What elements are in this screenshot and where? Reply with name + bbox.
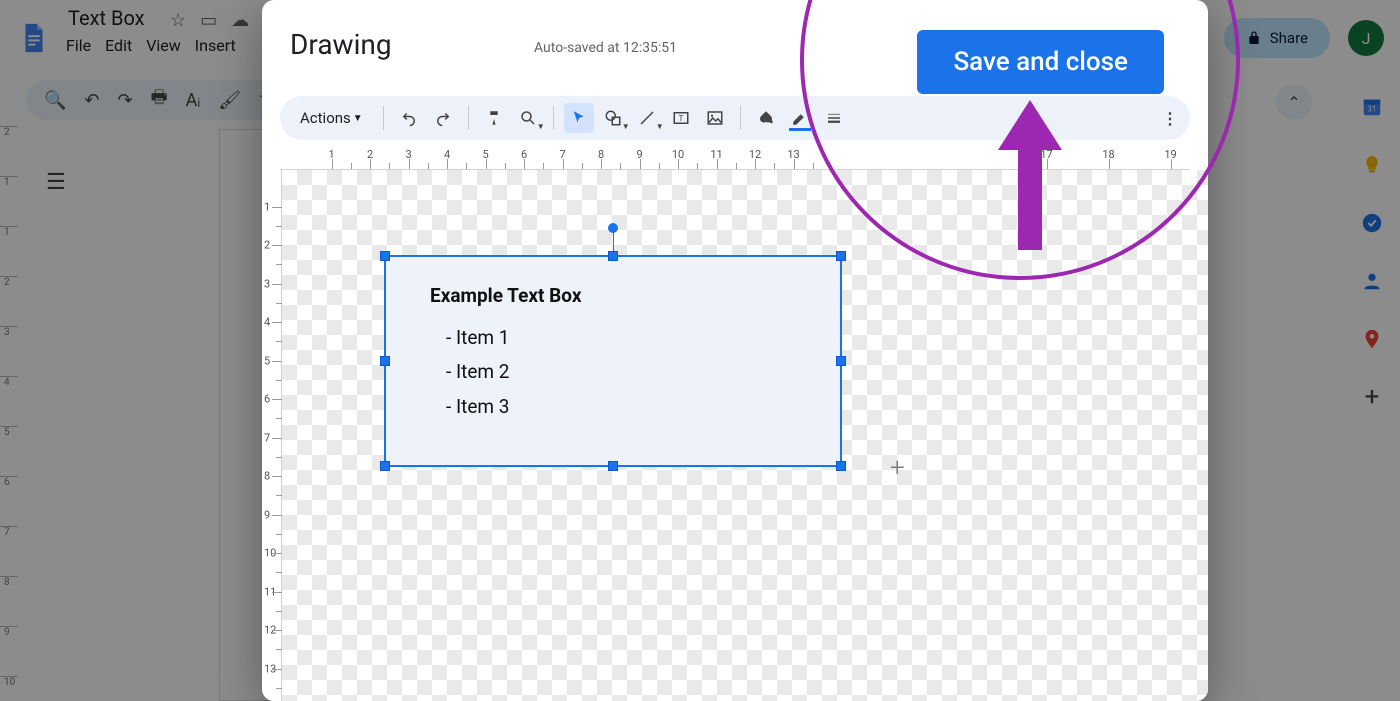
line-tool-icon[interactable]: ▼ — [632, 103, 662, 133]
docs-vertical-ruler: 2112345678910 — [0, 126, 18, 701]
resize-handle[interactable] — [836, 461, 846, 471]
doc-title-icons: ☆ ▭ ☁ — [170, 10, 249, 31]
autosave-status: Auto-saved at 12:35:51 — [534, 40, 677, 56]
drawing-toolbar: Actions▼ ▼ ▼ ▼ T ⋮ — [280, 96, 1190, 140]
account-avatar[interactable]: J — [1348, 20, 1384, 56]
save-and-close-button[interactable]: Save and close — [917, 30, 1164, 94]
menu-view[interactable]: View — [146, 36, 181, 55]
dialog-title: Drawing — [290, 28, 392, 61]
move-icon[interactable]: ▭ — [200, 10, 217, 31]
textbox-content[interactable]: Example Text Box - Item 1 - Item 2 - Ite… — [386, 257, 840, 446]
textbox-item: - Item 2 — [430, 355, 796, 389]
border-color-icon[interactable] — [785, 103, 815, 133]
lock-icon — [1246, 30, 1262, 46]
spellcheck-icon[interactable]: Aᵢ — [186, 90, 201, 111]
border-weight-icon[interactable] — [819, 103, 849, 133]
select-tool-icon[interactable] — [564, 103, 594, 133]
resize-handle[interactable] — [608, 251, 618, 261]
keep-icon[interactable] — [1361, 154, 1383, 176]
outline-icon[interactable]: ☰ — [46, 170, 66, 195]
paint-format-icon[interactable]: 🖌 — [218, 90, 241, 111]
resize-handle[interactable] — [836, 356, 846, 366]
contacts-icon[interactable] — [1361, 270, 1383, 292]
image-tool-icon[interactable] — [700, 103, 730, 133]
svg-text:T: T — [678, 114, 683, 124]
menu-edit[interactable]: Edit — [105, 36, 132, 55]
textbox-item: - Item 3 — [430, 390, 796, 424]
textbox-heading: Example Text Box — [430, 279, 796, 313]
drawing-vertical-ruler[interactable]: 12345678910111213 — [262, 170, 282, 701]
actions-menu-button[interactable]: Actions▼ — [290, 103, 373, 133]
menu-bar: File Edit View Insert — [66, 36, 236, 55]
resize-handle[interactable] — [608, 461, 618, 471]
textbox-tool-icon[interactable]: T — [666, 103, 696, 133]
resize-handle[interactable] — [380, 356, 390, 366]
resize-handle[interactable] — [380, 251, 390, 261]
paint-format-icon[interactable] — [479, 103, 509, 133]
zoom-icon[interactable]: ▼ — [513, 103, 543, 133]
print-icon[interactable]: 🖶 — [151, 85, 168, 115]
add-panel-icon[interactable]: + — [1361, 386, 1383, 408]
drawing-canvas[interactable]: Example Text Box - Item 1 - Item 2 - Ite… — [282, 170, 1208, 701]
menu-insert[interactable]: Insert — [195, 36, 236, 55]
crosshair-cursor-icon: + — [890, 453, 905, 483]
resize-handle[interactable] — [836, 251, 846, 261]
collapse-toolbar-icon[interactable]: ⌃ — [1276, 84, 1312, 120]
drawing-dialog: Drawing Auto-saved at 12:35:51 Save and … — [262, 0, 1208, 701]
doc-title[interactable]: Text Box — [68, 6, 145, 30]
resize-handle[interactable] — [380, 461, 390, 471]
rotation-handle-icon[interactable] — [608, 223, 618, 233]
tasks-icon[interactable] — [1361, 212, 1383, 234]
fill-color-icon[interactable] — [751, 103, 781, 133]
share-button[interactable]: Share — [1224, 18, 1330, 58]
search-icon[interactable]: 🔍 — [44, 90, 66, 111]
calendar-icon[interactable]: 31 — [1361, 96, 1383, 118]
redo-icon[interactable] — [428, 103, 458, 133]
docs-logo-icon[interactable] — [14, 18, 54, 58]
undo-icon[interactable]: ↶ — [84, 90, 99, 111]
side-panel: 31 + — [1344, 70, 1400, 701]
drawing-horizontal-ruler[interactable]: 1234567891011121317181920 — [280, 148, 1190, 170]
share-label: Share — [1270, 29, 1308, 47]
maps-icon[interactable] — [1361, 328, 1383, 350]
docs-toolbar: 🔍 ↶ ↷ 🖶 Aᵢ 🖌 10 — [26, 80, 294, 120]
svg-text:31: 31 — [1367, 105, 1376, 115]
cloud-icon[interactable]: ☁ — [231, 10, 249, 31]
star-icon[interactable]: ☆ — [170, 10, 186, 31]
menu-file[interactable]: File — [66, 36, 91, 55]
redo-icon[interactable]: ↷ — [118, 90, 133, 111]
shape-tool-icon[interactable]: ▼ — [598, 103, 628, 133]
textbox-shape[interactable]: Example Text Box - Item 1 - Item 2 - Ite… — [384, 255, 842, 467]
textbox-item: - Item 1 — [430, 321, 796, 355]
undo-icon[interactable] — [394, 103, 424, 133]
toolbar-more-icon[interactable]: ⋮ — [1160, 109, 1180, 128]
